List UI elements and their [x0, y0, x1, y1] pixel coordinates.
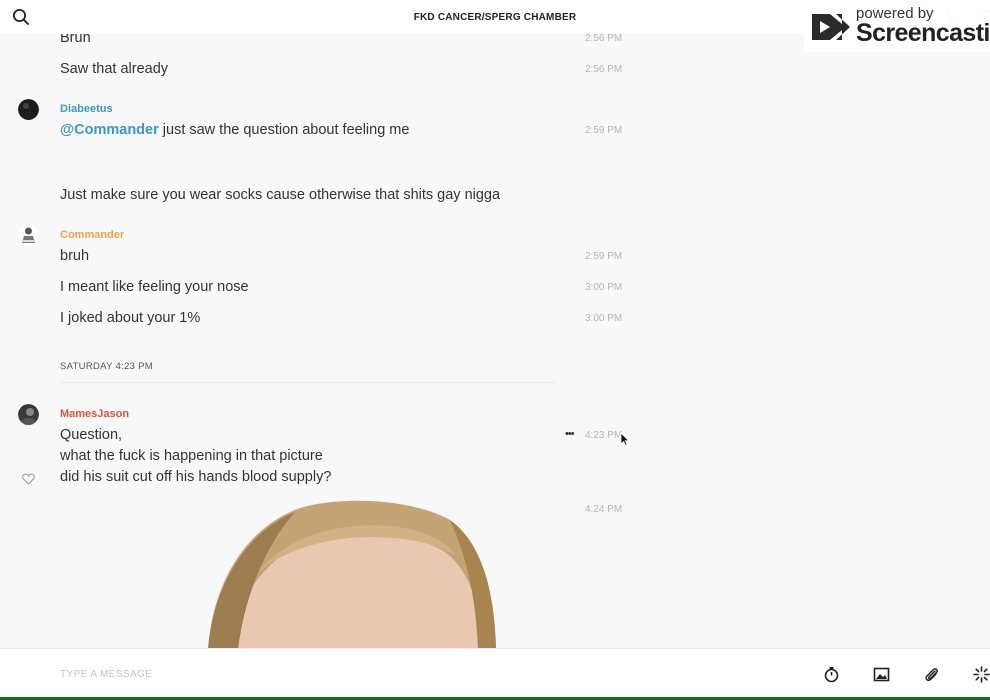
- shared-photo[interactable]: [200, 500, 500, 648]
- message-text-body: just saw the question about feeling me: [158, 122, 410, 138]
- message-timestamp: 2:56 PM: [585, 64, 623, 75]
- message-timestamp: 3:00 PM: [585, 282, 623, 293]
- message-timestamp: 2:56 PM: [585, 34, 623, 44]
- timer-icon[interactable]: [823, 666, 840, 683]
- heart-icon[interactable]: [22, 472, 35, 485]
- message-timestamp: 2:59 PM: [585, 251, 623, 262]
- day-separator: SATURDAY 4:23 PM: [60, 361, 153, 372]
- search-icon[interactable]: [12, 8, 30, 26]
- message-text: what the fuck is happening in that pictu…: [60, 448, 323, 464]
- mention-link[interactable]: @Commander: [60, 122, 159, 138]
- author-name[interactable]: MamesJason: [60, 408, 129, 420]
- cursor-icon: [620, 432, 630, 446]
- message-input[interactable]: [60, 663, 660, 685]
- message-text: bruh: [60, 248, 90, 264]
- message-list: Bruh 2:56 PM Saw that already 2:56 PM Di…: [0, 34, 990, 648]
- message-text: did his suit cut off his hands blood sup…: [60, 469, 332, 485]
- message-text: Question,: [60, 427, 123, 443]
- message-timestamp: 4:24 PM: [585, 504, 623, 515]
- avatar-diabeetus[interactable]: [18, 99, 39, 120]
- author-name[interactable]: Commander: [60, 229, 124, 241]
- message-text: @Commander just saw the question about f…: [60, 122, 409, 138]
- message-text: Bruh: [60, 34, 91, 46]
- conversation-title: FKD CANCER/SPERG CHAMBER: [413, 11, 577, 23]
- message-text: I joked about your 1%: [60, 310, 201, 326]
- paperclip-icon[interactable]: [923, 666, 940, 683]
- message-text: Just make sure you wear socks cause othe…: [60, 187, 501, 203]
- message-timestamp: 4:23 PM: [585, 430, 623, 441]
- message-text: I meant like feeling your nose: [60, 279, 249, 295]
- day-separator-line: [60, 382, 556, 383]
- image-icon[interactable]: [873, 666, 890, 683]
- avatar-commander[interactable]: [18, 224, 39, 245]
- author-name[interactable]: Diabeetus: [60, 103, 113, 115]
- message-timestamp: 2:59 PM: [585, 125, 623, 136]
- message-text: Saw that already: [60, 61, 169, 77]
- more-icon[interactable]: •••: [565, 428, 575, 440]
- avatar-mamesjason[interactable]: [18, 404, 39, 425]
- sparkle-icon[interactable]: [973, 666, 990, 683]
- message-composer: [0, 648, 990, 700]
- message-timestamp: 3:00 PM: [585, 313, 623, 324]
